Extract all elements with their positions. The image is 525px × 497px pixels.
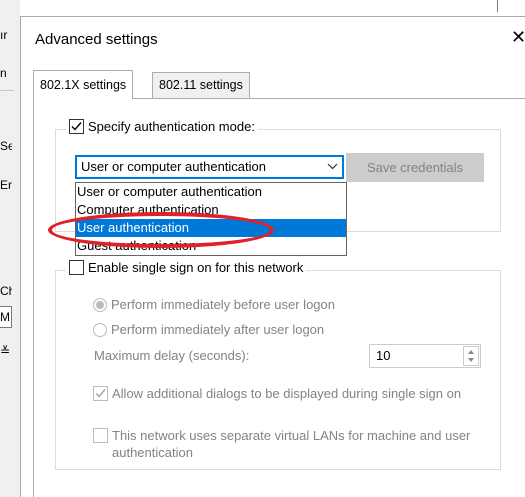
specify-auth-mode-checkbox[interactable]: Specify authentication mode: — [66, 119, 258, 134]
option-computer-auth[interactable]: Computer authentication — [76, 201, 346, 219]
option-guest-auth[interactable]: Guest authentication — [76, 237, 346, 255]
radio-unselected-icon[interactable] — [93, 323, 107, 337]
close-icon[interactable]: ✕ — [511, 27, 525, 48]
save-credentials-button[interactable]: Save credentials — [346, 153, 484, 182]
tab-80211-settings[interactable]: 802.11 settings — [152, 72, 250, 99]
background-divider — [0, 90, 14, 91]
max-delay-spinbox[interactable]: 10 — [369, 344, 481, 368]
background-text-fragment: n — [0, 66, 7, 80]
checkbox-unchecked-disabled-icon[interactable] — [93, 428, 108, 443]
chevron-down-icon[interactable] — [327, 159, 338, 176]
max-delay-value: 10 — [376, 348, 391, 363]
background-text-fragment: Se — [0, 139, 12, 153]
enable-sso-label: Enable single sign on for this network — [88, 260, 304, 275]
radio-after-logon[interactable]: Perform immediately after user logon — [93, 322, 324, 337]
allow-dialogs-checkbox[interactable]: Allow additional dialogs to be displayed… — [93, 385, 483, 402]
radio-after-label: Perform immediately after user logon — [111, 322, 325, 337]
dialog-title: Advanced settings — [35, 31, 158, 48]
background-text-fragment: Ch — [0, 284, 12, 298]
radio-before-label: Perform immediately before user logon — [111, 297, 335, 312]
specify-auth-mode-label: Specify authentication mode: — [88, 119, 255, 134]
background-text-fragment: Er — [0, 178, 12, 192]
option-user-or-computer[interactable]: User or computer authentication — [76, 183, 346, 201]
radio-selected-icon[interactable] — [93, 298, 107, 312]
radio-before-logon[interactable]: Perform immediately before user logon — [93, 297, 335, 312]
authentication-mode-select[interactable]: User or computer authentication — [75, 155, 344, 179]
background-window-edge — [497, 0, 498, 12]
separate-vlans-checkbox[interactable]: This network uses separate virtual LANs … — [93, 427, 483, 461]
authentication-mode-dropdown: User or computer authentication Computer… — [75, 182, 347, 256]
background-text-fragment: ≚ — [0, 344, 11, 358]
tab-8021x-settings[interactable]: 802.1X settings — [33, 70, 134, 99]
separate-vlans-label: This network uses separate virtual LANs … — [112, 428, 471, 460]
max-delay-label: Maximum delay (seconds): — [94, 348, 250, 363]
checkbox-unchecked-icon[interactable] — [69, 260, 84, 275]
checkbox-checked-disabled-icon[interactable] — [93, 386, 108, 401]
spin-arrows-icon[interactable] — [463, 346, 479, 366]
allow-dialogs-label: Allow additional dialogs to be displayed… — [112, 386, 462, 401]
checkbox-checked-icon[interactable] — [69, 119, 84, 134]
background-field-fragment: M — [0, 306, 12, 328]
background-text-fragment: ır — [0, 28, 8, 42]
option-user-auth[interactable]: User authentication — [76, 219, 346, 237]
enable-sso-checkbox[interactable]: Enable single sign on for this network — [66, 260, 307, 275]
authentication-mode-value: User or computer authentication — [81, 159, 266, 174]
